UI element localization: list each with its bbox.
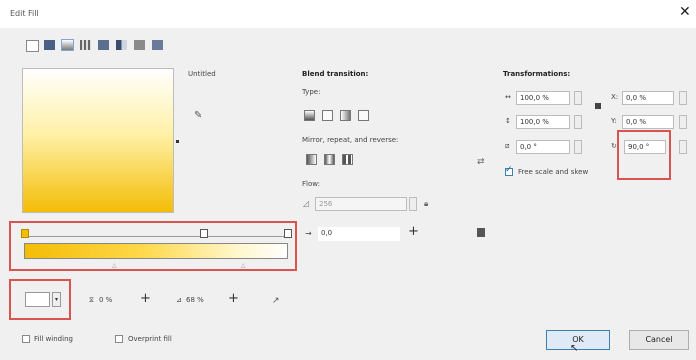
- node-color-dropdown[interactable]: ▾: [52, 292, 61, 307]
- x-field[interactable]: 0,0 %: [622, 91, 674, 105]
- skew-field[interactable]: 0,0 °: [516, 140, 570, 154]
- default-fill-icon[interactable]: [306, 154, 317, 165]
- overprint-checkbox[interactable]: [115, 335, 123, 343]
- uniform-fill-icon[interactable]: [44, 40, 55, 50]
- opacity-icon: ⧖: [89, 296, 94, 304]
- midpoint-marker-1[interactable]: △: [112, 262, 117, 269]
- rotate-spin[interactable]: [679, 140, 687, 154]
- gradient-bar[interactable]: [24, 243, 288, 259]
- fill-height-icon: ↕: [505, 117, 511, 125]
- blend-curve-icon[interactable]: ↗: [272, 296, 280, 306]
- lock-steps-icon[interactable]: 🔒︎: [424, 199, 428, 209]
- fountain-fill-icon[interactable]: [61, 39, 74, 51]
- transformations-heading: Transformations:: [503, 70, 571, 78]
- mouse-cursor-icon: ↖: [570, 343, 579, 354]
- flow-label: Flow:: [302, 180, 320, 188]
- x-label: X:: [611, 93, 619, 101]
- y-label: Y:: [611, 117, 617, 125]
- two-color-pattern-icon[interactable]: [116, 40, 127, 50]
- acceleration-plus-icon[interactable]: +: [408, 224, 419, 239]
- linear-fountain-icon[interactable]: [304, 110, 315, 121]
- type-label: Type:: [302, 88, 321, 96]
- fill-width-field[interactable]: 100,0 %: [516, 91, 570, 105]
- vector-pattern-icon[interactable]: [80, 40, 91, 50]
- cancel-button[interactable]: Cancel: [629, 330, 689, 350]
- mirror-label: Mirror, repeat, and reverse:: [302, 136, 399, 144]
- skew-spin[interactable]: [574, 140, 582, 154]
- rectangular-fountain-icon[interactable]: [358, 110, 369, 121]
- conical-fountain-icon[interactable]: [340, 110, 351, 121]
- fill-width-icon: ↔: [505, 93, 511, 101]
- fill-height-spin[interactable]: [574, 115, 582, 129]
- position-icon: ⊿: [176, 296, 182, 304]
- steps-field[interactable]: 256: [315, 197, 407, 211]
- x-spin[interactable]: [679, 91, 687, 105]
- save-fill-icon[interactable]: ✎: [194, 110, 202, 121]
- y-spin[interactable]: [679, 115, 687, 129]
- node-color-swatch[interactable]: [25, 292, 50, 307]
- preview-dropdown-handle[interactable]: [176, 140, 179, 143]
- fill-height-field[interactable]: 100,0 %: [516, 115, 570, 129]
- fill-width-spin[interactable]: [574, 91, 582, 105]
- postscript-fill-icon[interactable]: [152, 40, 163, 50]
- mirror-fill-icon[interactable]: [324, 154, 335, 165]
- acceleration-icon: →: [305, 229, 312, 238]
- fill-winding-checkbox[interactable]: [22, 335, 30, 343]
- stop-track: [24, 236, 286, 237]
- opacity-plus-icon[interactable]: +: [140, 291, 151, 306]
- steps-spin[interactable]: [409, 197, 417, 211]
- close-icon[interactable]: ✕: [679, 4, 691, 20]
- rotate-icon: ↻: [611, 142, 617, 150]
- copy-fill-icon[interactable]: [477, 228, 485, 237]
- free-scale-label: Free scale and skew: [518, 168, 589, 176]
- repeat-fill-icon[interactable]: [342, 154, 353, 165]
- midpoint-marker-2[interactable]: △: [241, 262, 246, 269]
- mid-color-stop[interactable]: [200, 229, 208, 238]
- texture-fill-icon[interactable]: [134, 40, 145, 50]
- elliptical-fountain-icon[interactable]: [322, 110, 333, 121]
- lock-ratio-icon[interactable]: [595, 103, 601, 109]
- checkmark-icon: ✓: [505, 165, 513, 175]
- dialog-title: Edit Fill: [10, 9, 39, 18]
- y-field[interactable]: 0,0 %: [622, 115, 674, 129]
- overprint-label: Overprint fill: [128, 335, 172, 343]
- swap-icon[interactable]: ⇄: [477, 157, 485, 167]
- end-color-stop[interactable]: [284, 229, 292, 238]
- bitmap-pattern-icon[interactable]: [98, 40, 109, 50]
- title-bar: [0, 0, 696, 28]
- position-value[interactable]: 68 %: [186, 296, 204, 304]
- fill-name-label: Untitled: [188, 70, 216, 78]
- acceleration-field[interactable]: 0,0: [318, 227, 400, 241]
- no-fill-icon[interactable]: [26, 40, 39, 52]
- steps-icon: ◿: [303, 199, 310, 208]
- opacity-value[interactable]: 0 %: [99, 296, 112, 304]
- skew-icon: ⧄: [505, 142, 510, 150]
- blend-transition-heading: Blend transition:: [302, 70, 369, 78]
- fill-preview: [22, 68, 174, 213]
- position-plus-icon[interactable]: +: [228, 291, 239, 306]
- fill-winding-label: Fill winding: [34, 335, 73, 343]
- rotate-highlight: [617, 130, 671, 180]
- start-color-stop[interactable]: [21, 229, 29, 238]
